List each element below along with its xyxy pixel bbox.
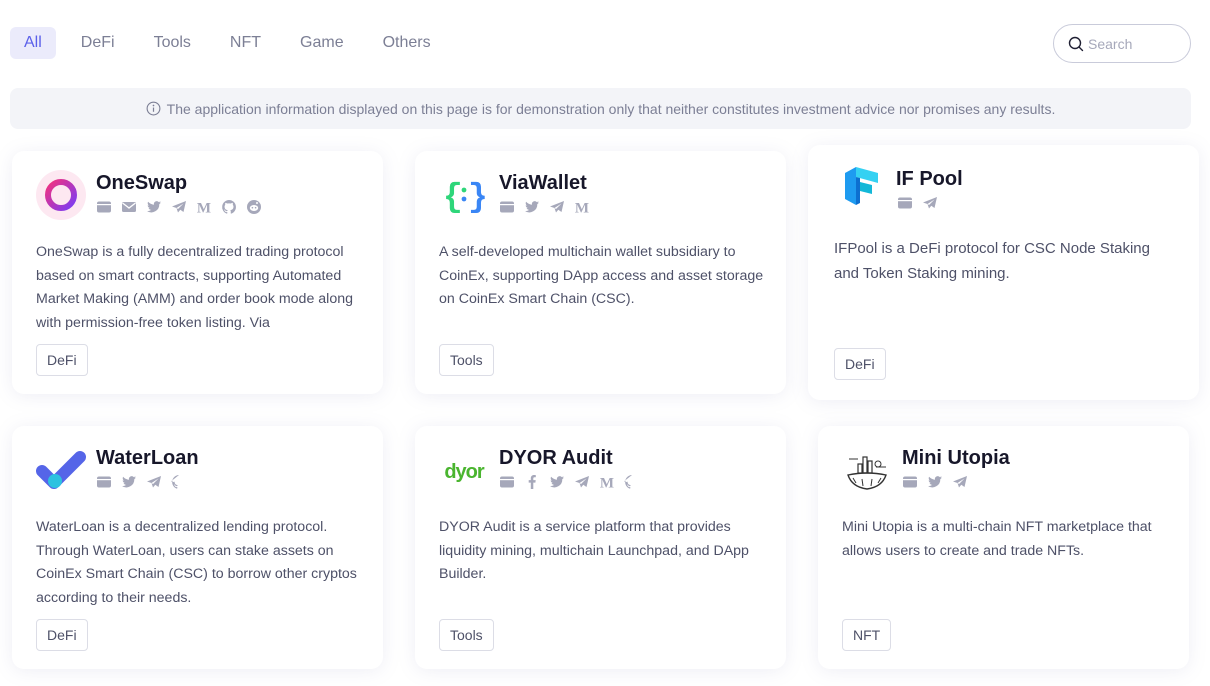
info-icon [146,101,161,116]
app-card-oneswap[interactable]: OneSwap M OneSwap is a fully decentraliz… [12,151,383,394]
medium-icon[interactable]: M [574,199,590,216]
search-input[interactable] [1088,35,1178,52]
tab-game[interactable]: Game [286,27,358,59]
app-card-dyor-audit[interactable]: dyor DYOR Audit M DYOR Audit is a servic… [415,426,786,669]
category-tag: NFT [842,619,892,651]
app-name: DYOR Audit [499,447,613,469]
svg-text:dyor: dyor [444,461,485,483]
ifpool-logo [836,161,886,211]
app-name: IF Pool [896,168,963,190]
telegram-icon[interactable] [952,474,968,490]
search-icon [1068,36,1084,52]
social-links: M [96,199,271,215]
social-links [902,474,977,490]
twitter-icon[interactable] [524,199,540,215]
website-icon[interactable] [897,195,913,211]
facebook-icon[interactable] [524,474,540,490]
app-card-waterloan[interactable]: WaterLoan WaterLoan is a decentralized l… [12,426,383,669]
twitter-icon[interactable] [146,199,162,215]
telegram-icon[interactable] [549,199,565,215]
mini-utopia-logo [842,445,892,495]
app-name: Mini Utopia [902,447,1010,469]
category-tag: DeFi [36,619,88,651]
telegram-icon[interactable] [574,474,590,490]
category-tag: Tools [439,344,494,376]
app-description: Mini Utopia is a multi-chain NFT marketp… [842,519,1152,559]
svg-text:M: M [197,201,211,216]
app-name: ViaWallet [499,172,587,194]
website-icon[interactable] [499,199,515,215]
app-name: WaterLoan [96,447,199,469]
app-name: OneSwap [96,172,188,194]
svg-text:}: } [468,179,488,216]
telegram-icon[interactable] [146,474,162,490]
github-icon[interactable] [171,474,187,490]
telegram-icon[interactable] [922,195,938,211]
svg-text:{: { [443,179,463,216]
social-links: M [499,199,599,215]
app-card-mini-utopia[interactable]: Mini Utopia Mini Utopia is a multi-chain… [818,426,1189,669]
twitter-icon[interactable] [927,474,943,490]
tab-tools[interactable]: Tools [140,27,205,59]
app-card-viawallet[interactable]: { } ViaWallet M A self-developed multich… [415,151,786,394]
github-icon[interactable] [221,199,237,215]
oneswap-logo [36,170,86,220]
app-card-ifpool[interactable]: IF Pool IFPool is a DeFi protocol for CS… [808,145,1199,400]
website-icon[interactable] [96,199,112,215]
twitter-icon[interactable] [121,474,137,490]
email-icon[interactable] [121,199,137,215]
website-icon[interactable] [499,474,515,490]
tab-defi[interactable]: DeFi [67,27,129,59]
dyor-audit-logo: dyor [439,445,489,495]
svg-text:M: M [575,201,589,216]
reddit-icon[interactable] [246,199,262,215]
disclaimer-banner: The application information displayed on… [10,88,1191,129]
website-icon[interactable] [96,474,112,490]
tab-all[interactable]: All [10,27,56,59]
medium-icon[interactable]: M [599,474,615,491]
twitter-icon[interactable] [549,474,565,490]
telegram-icon[interactable] [171,199,187,215]
medium-icon[interactable]: M [196,199,212,216]
app-description: WaterLoan is a decentralized lending pro… [36,519,357,607]
app-description: A self-developed multichain wallet subsi… [439,244,764,308]
viawallet-logo: { } [439,170,489,220]
app-description: IFPool is a DeFi protocol for CSC Node S… [834,240,1150,282]
category-tag: DeFi [834,348,886,380]
category-tabs: All DeFi Tools NFT Game Others [10,27,456,59]
github-icon[interactable] [624,474,640,490]
search-box[interactable] [1053,24,1191,63]
tab-nft[interactable]: NFT [216,27,275,59]
social-links: M [499,474,649,490]
category-tag: Tools [439,619,494,651]
website-icon[interactable] [902,474,918,490]
waterloan-logo [36,445,86,495]
social-links [897,195,947,211]
app-description: DYOR Audit is a service platform that pr… [439,519,749,583]
category-tag: DeFi [36,344,88,376]
app-description: OneSwap is a fully decentralized trading… [36,244,353,332]
disclaimer-text: The application information displayed on… [166,100,1056,117]
social-links [96,474,196,490]
tab-others[interactable]: Others [369,27,445,59]
svg-text:M: M [600,476,614,491]
